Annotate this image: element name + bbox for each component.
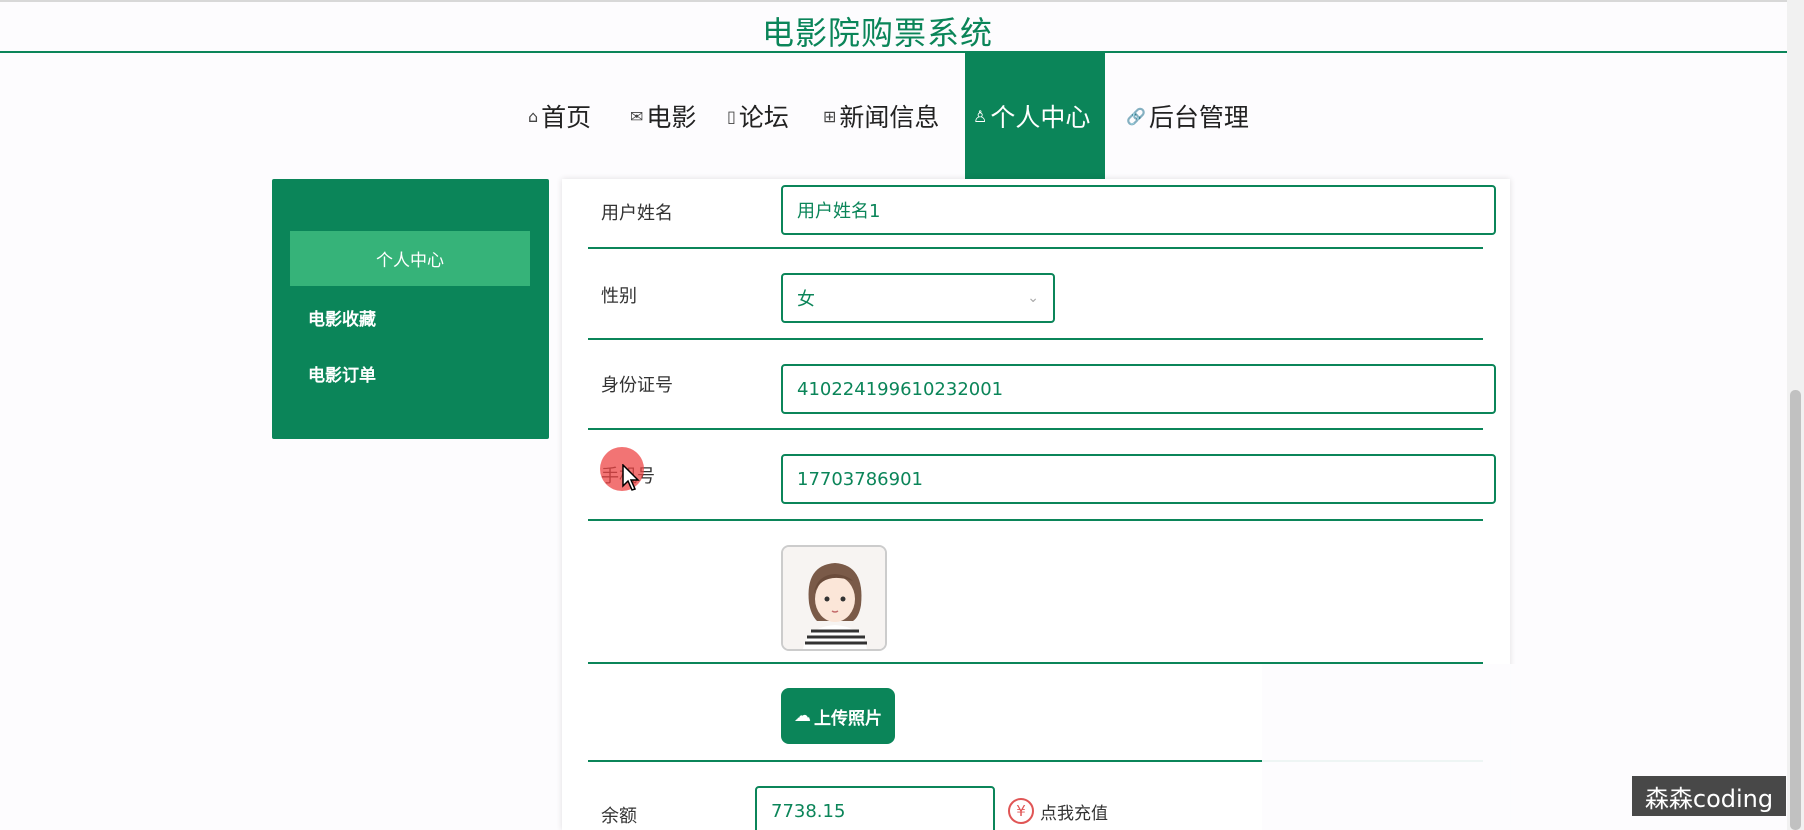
balance-label: 余额: [601, 806, 637, 827]
nav-label-admin: 后台管理: [1148, 103, 1249, 132]
gender-value: 女: [797, 289, 815, 310]
note-icon: ▯: [727, 106, 736, 126]
sidebar: 个人中心 电影收藏 电影订单: [272, 179, 549, 439]
nav-item-forum[interactable]: ▯ 论坛: [727, 53, 789, 179]
recharge-label: 点我充值: [1040, 803, 1108, 824]
avatar-illustration: [783, 547, 885, 649]
chevron-down-icon: ⌄: [1027, 290, 1039, 306]
mouse-cursor-icon: [622, 464, 640, 491]
form-row-username: 用户姓名 用户姓名1: [588, 179, 1496, 249]
nav-label-personal-center: 个人中心: [990, 103, 1091, 132]
watermark: 森森coding: [1632, 776, 1786, 816]
form-row-phone: 手机号 17703786901: [588, 430, 1496, 521]
gender-select[interactable]: 女 ⌄: [781, 273, 1055, 323]
page-scrollbar[interactable]: [1787, 0, 1804, 830]
home-icon: ⌂: [528, 106, 539, 126]
recharge-link[interactable]: ¥ 点我充值: [1008, 798, 1108, 824]
nav-item-personal-center[interactable]: ♙ 个人中心: [965, 53, 1105, 179]
cloud-upload-icon: ☁: [794, 706, 811, 726]
form-row-avatar: [588, 521, 1483, 664]
username-input[interactable]: 用户姓名1: [781, 185, 1496, 235]
sidebar-item-favorites[interactable]: 电影收藏: [308, 305, 376, 330]
nav-item-news[interactable]: ⊞ 新闻信息: [823, 53, 939, 179]
nav-label-news: 新闻信息: [839, 103, 940, 132]
nav-item-movies[interactable]: ✉ 电影: [630, 53, 696, 179]
nav-label-movies: 电影: [646, 103, 697, 132]
scrollbar-thumb[interactable]: [1790, 390, 1801, 830]
nav-item-home[interactable]: ⌂ 首页: [528, 53, 591, 179]
form-row-gender: 性别 女 ⌄: [588, 249, 1483, 340]
balance-input[interactable]: 7738.15: [755, 786, 995, 830]
sidebar-item-orders[interactable]: 电影订单: [308, 361, 376, 386]
mail-icon: ✉: [630, 106, 644, 126]
form-row-id-number: 身份证号 410224199610232001: [588, 340, 1496, 430]
nav-item-admin[interactable]: 🔗 后台管理: [1126, 53, 1249, 179]
link-icon: 🔗: [1126, 106, 1146, 126]
user-icon: ♙: [973, 106, 988, 126]
nav-label-home: 首页: [541, 103, 592, 132]
nav-label-forum: 论坛: [738, 103, 789, 132]
top-border: [0, 0, 1787, 2]
gender-label: 性别: [601, 286, 637, 307]
yen-icon: ¥: [1008, 798, 1034, 824]
username-label: 用户姓名: [601, 203, 673, 224]
gift-icon: ⊞: [823, 106, 837, 126]
phone-input[interactable]: 17703786901: [781, 454, 1496, 504]
upload-photo-label: 上传照片: [814, 708, 882, 729]
avatar-image: [781, 545, 887, 651]
sidebar-item-personal-center[interactable]: 个人中心: [290, 231, 530, 286]
upload-photo-button[interactable]: ☁ 上传照片: [781, 688, 895, 744]
page: 电影院购票系统 ⌂ 首页 ✉ 电影 ▯ 论坛 ⊞ 新闻信息 ♙ 个人中心 🔗 后…: [0, 0, 1804, 830]
main-nav: ⌂ 首页 ✉ 电影 ▯ 论坛 ⊞ 新闻信息 ♙ 个人中心 🔗 后台管理: [0, 53, 1787, 179]
id-number-input[interactable]: 410224199610232001: [781, 364, 1496, 414]
id-number-label: 身份证号: [601, 375, 673, 396]
app-title: 电影院购票系统: [761, 14, 993, 52]
